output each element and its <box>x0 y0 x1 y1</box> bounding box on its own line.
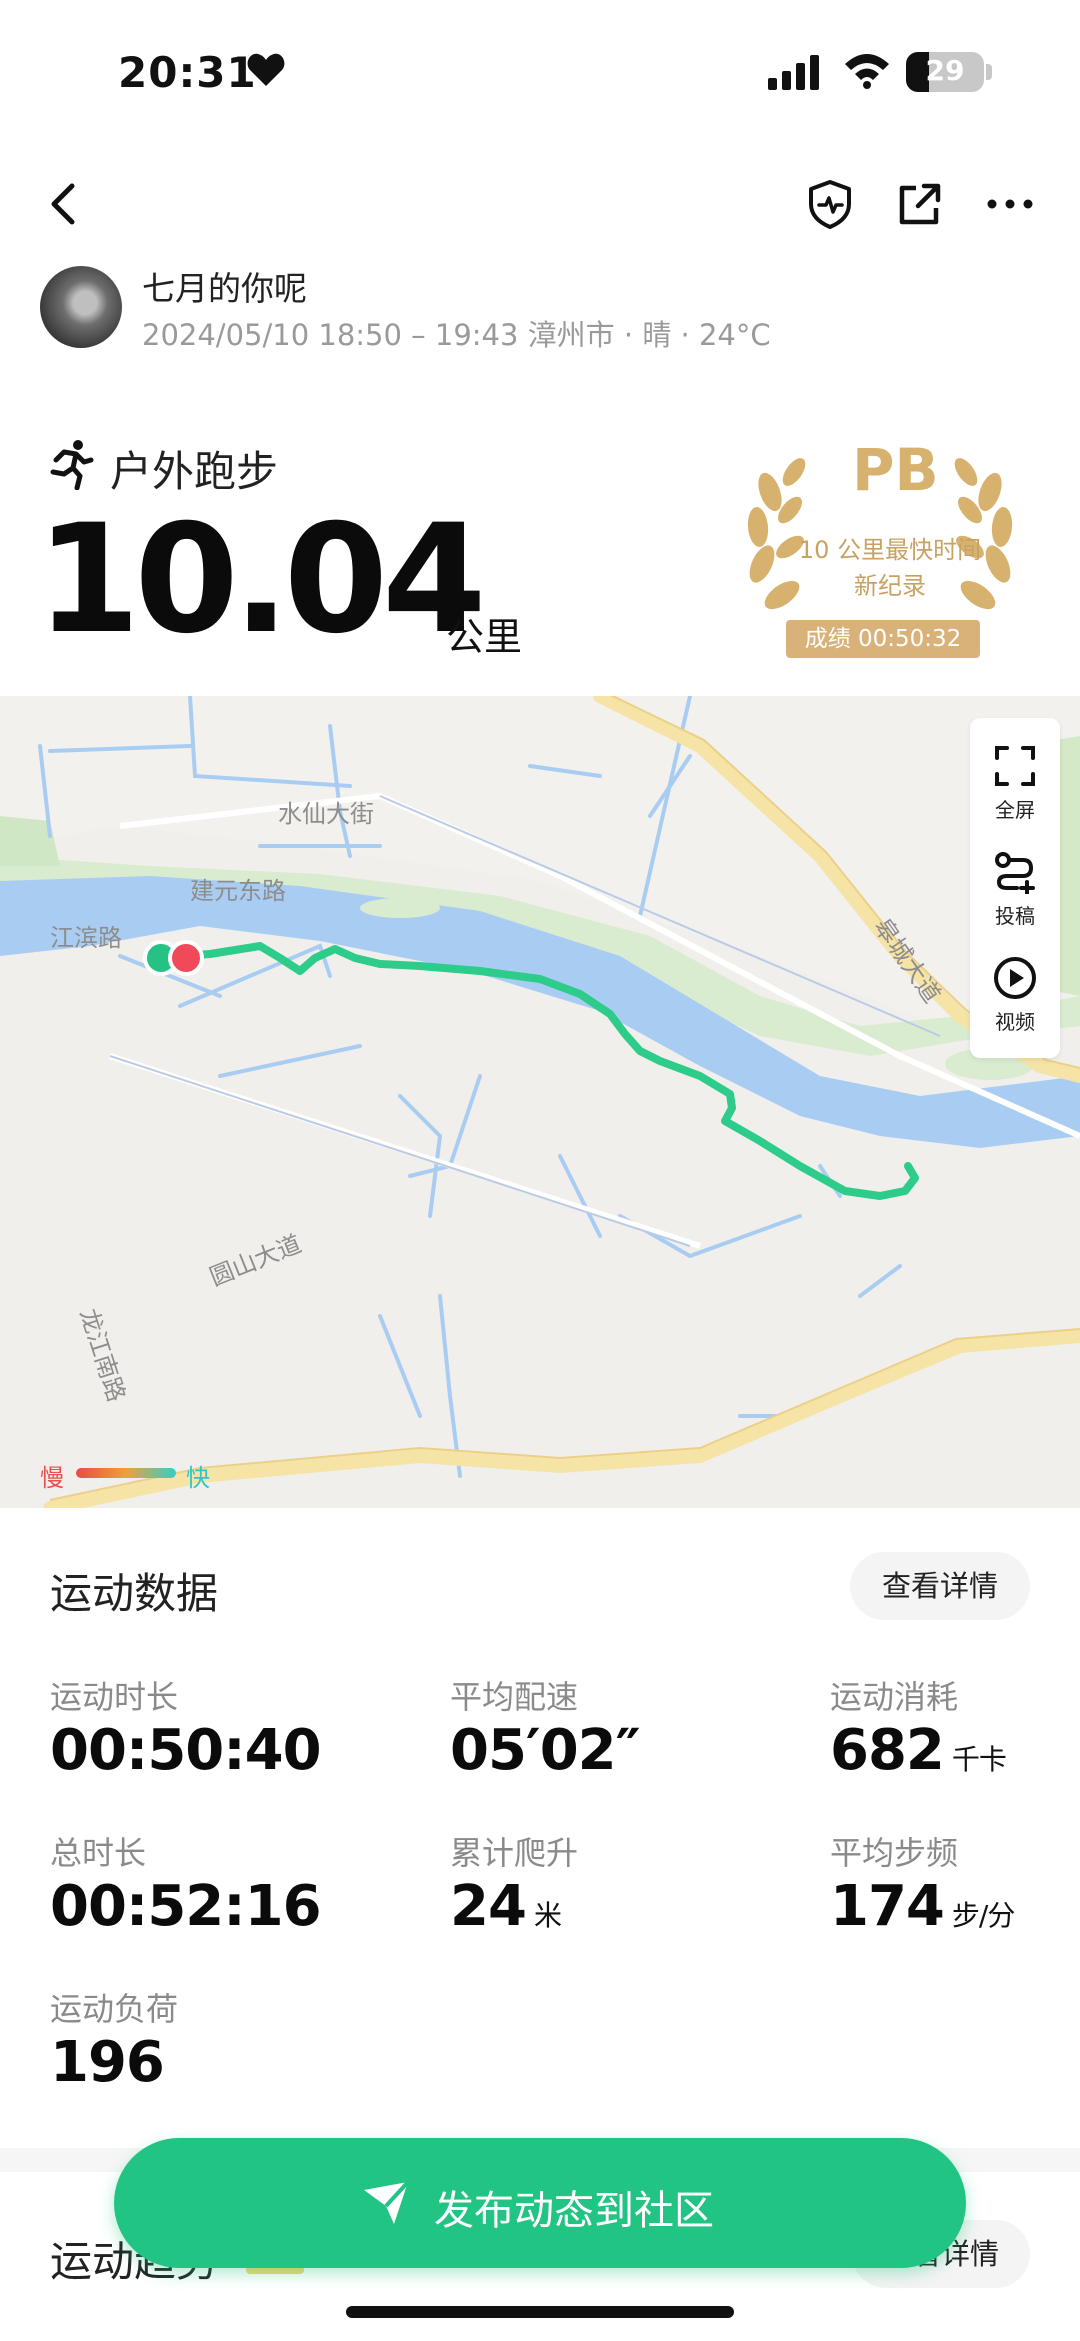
legend-slow-label: 慢 <box>40 1464 64 1492</box>
back-icon[interactable] <box>34 174 94 234</box>
stat-value: 196 <box>50 2030 165 2095</box>
stat-label: 累计爬升 <box>450 1834 579 1872</box>
stat-label: 运动消耗 <box>830 1678 959 1716</box>
pb-score: 成绩 00:50:32 <box>786 620 980 658</box>
stat-label: 平均步频 <box>830 1834 959 1872</box>
battery-level: 29 <box>925 54 965 87</box>
more-icon[interactable] <box>980 174 1040 234</box>
stat-label: 运动时长 <box>50 1678 179 1716</box>
stat-item: 运动负荷 196 <box>50 1984 178 2095</box>
stat-label: 总时长 <box>50 1834 147 1872</box>
stat-value: 682 千卡 <box>830 1718 1007 1783</box>
stat-item: 累计爬升 24 米 <box>450 1828 578 1939</box>
pb-description: 10 公里最快时间 <box>798 536 982 564</box>
stat-value: 05′02″ <box>450 1718 641 1783</box>
username[interactable]: 七月的你呢 <box>142 262 307 310</box>
stat-label: 运动负荷 <box>50 1990 179 2028</box>
road-label: 皋城大道 <box>868 914 945 1008</box>
play-icon <box>994 957 1036 999</box>
activity-meta: 2024/05/10 18:50 – 19:43 漳州市 · 晴 · 24°C <box>142 318 771 352</box>
stats-title: 运动数据 <box>50 1569 219 1618</box>
submit-label: 投稿 <box>995 904 1035 928</box>
road-label: 建元东路 <box>190 878 286 905</box>
stat-item: 平均步频 174 步/分 <box>830 1828 1015 1939</box>
fullscreen-button[interactable]: 全屏 <box>970 744 1060 823</box>
fullscreen-icon <box>995 746 1035 786</box>
pb-record-label: 新纪录 <box>854 572 926 600</box>
stat-item: 运动时长 00:50:40 <box>50 1672 322 1783</box>
stat-unit: 千卡 <box>951 1743 1007 1776</box>
road-label: 江滨路 <box>50 925 122 952</box>
view-details-button[interactable]: 查看详情 <box>850 1552 1030 1620</box>
submit-button[interactable]: 投稿 <box>970 850 1060 929</box>
video-label: 视频 <box>995 1010 1035 1034</box>
road-label: 水仙大街 <box>278 801 374 828</box>
stat-label: 平均配速 <box>450 1678 579 1716</box>
status-time: 20:31 <box>118 48 257 97</box>
legend-fast-label: 快 <box>186 1464 210 1492</box>
route-submit-icon <box>995 852 1035 894</box>
battery-indicator: 29 <box>906 52 984 92</box>
stat-item: 平均配速 05′02″ <box>450 1672 641 1783</box>
avatar[interactable] <box>40 266 122 348</box>
stat-unit: 步/分 <box>951 1899 1015 1932</box>
stat-value: 24 米 <box>450 1874 562 1939</box>
map-toolbar: 全屏 投稿 视频 <box>970 718 1060 1058</box>
pb-title: PB <box>852 436 939 504</box>
activity-type: 户外跑步 <box>110 447 279 496</box>
publish-label: 发布动态到社区 <box>434 2188 714 2234</box>
home-indicator <box>346 2306 734 2318</box>
stat-value: 00:50:40 <box>50 1718 322 1783</box>
route-map[interactable]: 水仙大街 建元东路 江滨路 龙江南路 圆山大道 皋城大道 <box>0 696 1080 1508</box>
battery-nub <box>986 64 992 80</box>
distance-unit: 公里 <box>446 615 523 659</box>
map-canvas: 水仙大街 建元东路 江滨路 龙江南路 圆山大道 皋城大道 <box>0 696 1080 1508</box>
pace-legend-bar <box>76 1468 176 1478</box>
stat-unit: 米 <box>533 1899 562 1932</box>
shield-icon[interactable] <box>800 174 860 234</box>
send-icon <box>364 2180 410 2224</box>
wifi-icon <box>845 54 889 89</box>
publish-to-community-button[interactable]: 发布动态到社区 <box>114 2138 966 2268</box>
stat-item: 运动消耗 682 千卡 <box>830 1672 1007 1783</box>
video-button[interactable]: 视频 <box>970 956 1060 1035</box>
signal-icon <box>768 55 819 90</box>
distance-value: 10.04 <box>36 493 486 667</box>
fullscreen-label: 全屏 <box>995 798 1035 822</box>
share-icon[interactable] <box>890 174 950 234</box>
running-icon <box>50 440 94 490</box>
stat-value: 174 步/分 <box>830 1874 1015 1939</box>
stat-item: 总时长 00:52:16 <box>50 1828 322 1939</box>
heart-icon <box>247 53 285 86</box>
stat-value: 00:52:16 <box>50 1874 322 1939</box>
